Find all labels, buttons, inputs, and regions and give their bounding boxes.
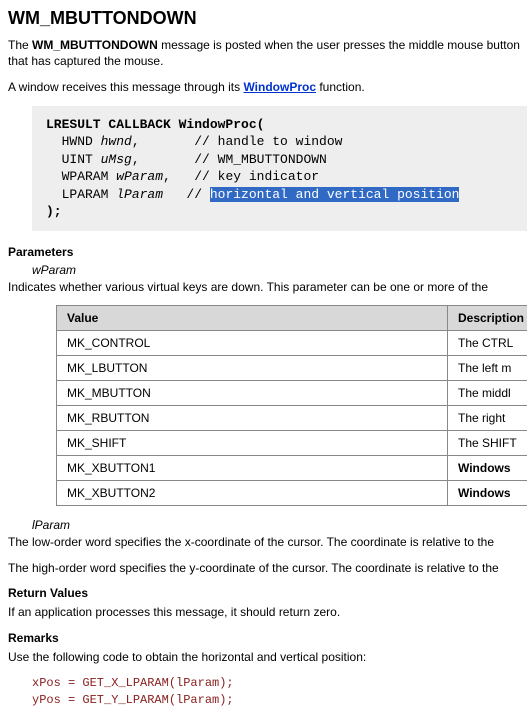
section-remarks: Remarks [8, 631, 527, 645]
code-l1: LRESULT CALLBACK WindowProc( [46, 117, 264, 132]
th-value: Value [57, 306, 448, 331]
code-l4-param: wParam [116, 169, 163, 184]
table-row: MK_XBUTTON1Windows [57, 456, 527, 481]
param-wparam-name: wParam [32, 263, 527, 277]
cell-value: MK_CONTROL [57, 331, 448, 356]
intro-paragraph-2: A window receives this message through i… [8, 79, 527, 95]
cell-desc: Windows [447, 456, 527, 481]
table-row: MK_LBUTTONThe left m [57, 356, 527, 381]
cell-desc: The right [447, 406, 527, 431]
code-l4a: WPARAM [46, 169, 116, 184]
code-l3-param: uMsg [101, 152, 132, 167]
table-row: MK_SHIFTThe SHIFT [57, 431, 527, 456]
page-title: WM_MBUTTONDOWN [8, 8, 527, 29]
table-row: MK_RBUTTONThe right [57, 406, 527, 431]
section-return-values: Return Values [8, 586, 527, 600]
section-parameters: Parameters [8, 245, 527, 259]
param-lparam-name: lParam [32, 518, 527, 532]
code-l5-highlight: horizontal and vertical position [210, 187, 460, 202]
intro2-text-b: function. [316, 80, 365, 94]
table-header-row: Value Description [57, 306, 527, 331]
intro-paragraph-1: The WM_MBUTTONDOWN message is posted whe… [8, 37, 527, 69]
cell-value: MK_MBUTTON [57, 381, 448, 406]
param-lparam-desc2: The high-order word specifies the y-coor… [8, 560, 527, 576]
cell-value: MK_LBUTTON [57, 356, 448, 381]
param-wparam-desc: Indicates whether various virtual keys a… [8, 279, 527, 295]
table-row: MK_CONTROLThe CTRL [57, 331, 527, 356]
cell-value: MK_SHIFT [57, 431, 448, 456]
remarks-text: Use the following code to obtain the hor… [8, 649, 527, 665]
remarks-code: xPos = GET_X_LPARAM(lParam); yPos = GET_… [32, 675, 527, 708]
intro1-msgname: WM_MBUTTONDOWN [32, 38, 158, 52]
cell-desc: The CTRL [447, 331, 527, 356]
cell-value: MK_XBUTTON2 [57, 481, 448, 506]
table-row: MK_XBUTTON2Windows [57, 481, 527, 506]
syntax-code-block: LRESULT CALLBACK WindowProc( HWND hwnd, … [32, 106, 527, 231]
cell-desc: The SHIFT [447, 431, 527, 456]
cell-value: MK_RBUTTON [57, 406, 448, 431]
windowproc-link[interactable]: WindowProc [243, 80, 316, 94]
th-description: Description [447, 306, 527, 331]
cell-desc: The middl [447, 381, 527, 406]
code-l2-param: hwnd [101, 134, 132, 149]
code-l3c: , // WM_MBUTTONDOWN [132, 152, 327, 167]
table-row: MK_MBUTTONThe middl [57, 381, 527, 406]
param-lparam-desc1: The low-order word specifies the x-coord… [8, 534, 527, 550]
code-l4c: , // key indicator [163, 169, 319, 184]
cell-value: MK_XBUTTON1 [57, 456, 448, 481]
cell-desc: Windows [447, 481, 527, 506]
values-table: Value Description MK_CONTROLThe CTRL MK_… [56, 305, 527, 506]
return-text: If an application processes this message… [8, 604, 527, 620]
code-l5a: LPARAM [46, 187, 116, 202]
intro2-text-a: A window receives this message through i… [8, 80, 243, 94]
code-l2a: HWND [46, 134, 101, 149]
code-l6: ); [46, 204, 62, 219]
code-l3a: UINT [46, 152, 101, 167]
code-l5-param: lParam [116, 187, 163, 202]
intro1-text-a: The [8, 38, 32, 52]
code-l2c: , // handle to window [132, 134, 343, 149]
code-l5c: // [163, 187, 210, 202]
cell-desc: The left m [447, 356, 527, 381]
